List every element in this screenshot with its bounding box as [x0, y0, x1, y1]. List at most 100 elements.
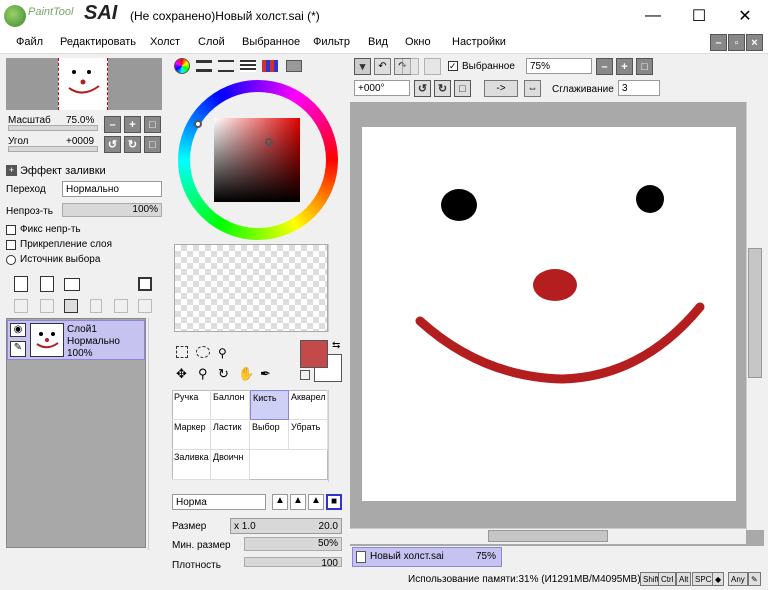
- magic-wand-icon[interactable]: ⚲: [218, 346, 227, 360]
- tool-fill[interactable]: Заливка: [172, 450, 211, 480]
- rotate-right-icon[interactable]: ↻: [124, 136, 141, 153]
- tool-scrollbar[interactable]: [328, 390, 342, 482]
- minimize-button[interactable]: —: [630, 0, 676, 32]
- min-size-slider[interactable]: 50%: [244, 537, 342, 551]
- scratchpad-area[interactable]: [174, 244, 328, 332]
- maximize-button[interactable]: ☐: [676, 0, 722, 32]
- move-icon[interactable]: ✥: [176, 366, 187, 382]
- density-slider[interactable]: 100: [244, 557, 342, 567]
- zoom-in-icon[interactable]: +: [124, 116, 141, 133]
- selection-source-radio[interactable]: [6, 255, 16, 265]
- brush-shape-4-icon[interactable]: ■: [326, 494, 342, 510]
- blend-mode-select[interactable]: Нормально: [62, 181, 162, 197]
- color-wheel-tab-icon[interactable]: [174, 58, 190, 74]
- eye-icon[interactable]: ◉: [10, 323, 26, 337]
- brush-shape-2-icon[interactable]: ▲: [290, 494, 306, 510]
- selection-checkbox[interactable]: ✓: [448, 61, 458, 71]
- rgb-slider-tab-icon[interactable]: [196, 60, 212, 72]
- new-vector-layer-icon[interactable]: [40, 276, 54, 292]
- mask-delete-icon[interactable]: [138, 299, 152, 313]
- close-button[interactable]: ✕: [722, 0, 768, 32]
- menu-view[interactable]: Вид: [368, 36, 388, 48]
- tool-binary[interactable]: Двоичн: [211, 450, 250, 480]
- menu-settings[interactable]: Настройки: [452, 36, 506, 48]
- hue-marker[interactable]: [194, 120, 202, 128]
- zoom-reset-icon[interactable]: □: [144, 116, 161, 133]
- zoom-icon[interactable]: ⚲: [198, 366, 208, 382]
- menu-filter[interactable]: Фильтр: [313, 36, 350, 48]
- canvas-vscroll-thumb[interactable]: [748, 248, 762, 378]
- brush-shape-1-icon[interactable]: ▲: [272, 494, 288, 510]
- new-folder-icon[interactable]: [64, 278, 80, 291]
- zoom-out-icon[interactable]: –: [104, 116, 121, 133]
- hsv-slider-tab-icon[interactable]: [218, 60, 234, 72]
- angle-slider[interactable]: [8, 146, 98, 152]
- clip-layer-checkbox[interactable]: [6, 240, 16, 250]
- swatch-tab-icon[interactable]: [262, 60, 278, 72]
- tool-select[interactable]: Выбор: [250, 420, 289, 450]
- angle-select[interactable]: +000°: [354, 80, 410, 96]
- eyedropper-icon[interactable]: ✒: [260, 366, 271, 382]
- drawing-canvas[interactable]: [362, 127, 736, 501]
- menu-selection[interactable]: Выбранное: [242, 36, 300, 48]
- mirror-icon[interactable]: ⇔: [524, 80, 541, 97]
- opacity-slider[interactable]: 100%: [62, 203, 162, 217]
- default-colors-icon[interactable]: [300, 370, 310, 380]
- deselect-icon[interactable]: [402, 58, 419, 75]
- delete-layer-icon[interactable]: [90, 299, 102, 313]
- mixer-tab-icon[interactable]: [240, 60, 256, 72]
- fix-opacity-checkbox[interactable]: [6, 225, 16, 235]
- invert-selection-icon[interactable]: [424, 58, 441, 75]
- scratchpad-scrollbar[interactable]: [328, 244, 342, 332]
- flip-button[interactable]: ->: [484, 80, 518, 97]
- new-layer-icon[interactable]: [14, 276, 28, 292]
- tool-airbrush[interactable]: Баллон: [211, 390, 250, 420]
- tool-watercolor[interactable]: Акварел: [289, 390, 328, 420]
- canvas-menu-icon[interactable]: ▾: [354, 58, 371, 75]
- canvas-rotate-right-icon[interactable]: ↻: [434, 80, 451, 97]
- rotate-left-icon[interactable]: ↺: [104, 136, 121, 153]
- brush-mode-select[interactable]: Норма: [172, 494, 266, 510]
- rotate-reset-icon[interactable]: □: [144, 136, 161, 153]
- canvas-zoom-fit-icon[interactable]: □: [636, 58, 653, 75]
- menu-file[interactable]: Файл: [16, 36, 43, 48]
- size-slider[interactable]: x 1.0 20.0: [230, 518, 342, 534]
- merge-down-icon[interactable]: [40, 299, 54, 313]
- lasso-icon[interactable]: [196, 346, 210, 358]
- doc-minimize-button[interactable]: –: [710, 34, 727, 51]
- layer-mask-icon[interactable]: [138, 277, 152, 291]
- scratchpad-tab-icon[interactable]: [286, 60, 302, 72]
- tool-pen[interactable]: Ручка: [172, 390, 211, 420]
- doc-restore-button[interactable]: ▫: [728, 34, 745, 51]
- clear-layer-icon[interactable]: [64, 299, 78, 313]
- sv-marker[interactable]: [265, 138, 273, 146]
- expand-icon[interactable]: +: [6, 165, 17, 176]
- doc-close-button[interactable]: ×: [746, 34, 763, 51]
- hand-icon[interactable]: ✋: [238, 366, 254, 382]
- transfer-down-icon[interactable]: [14, 299, 28, 313]
- canvas-zoom-out-icon[interactable]: –: [596, 58, 613, 75]
- tool-eraser[interactable]: Ластик: [211, 420, 250, 450]
- canvas-hscroll-thumb[interactable]: [488, 530, 608, 542]
- zoom-select[interactable]: 75%: [526, 58, 592, 74]
- menu-window[interactable]: Окно: [405, 36, 431, 48]
- swap-colors-icon[interactable]: ⇆: [332, 340, 340, 351]
- canvas-rotate-reset-icon[interactable]: □: [454, 80, 471, 97]
- canvas-rotate-left-icon[interactable]: ↺: [414, 80, 431, 97]
- canvas-zoom-in-icon[interactable]: +: [616, 58, 633, 75]
- undo-icon[interactable]: ↶: [374, 58, 391, 75]
- rotate-icon[interactable]: ↻: [218, 366, 229, 382]
- tool-brush[interactable]: Кисть: [250, 390, 289, 420]
- layer-scrollbar[interactable]: [148, 318, 162, 550]
- menu-canvas[interactable]: Холст: [150, 36, 180, 48]
- scale-slider[interactable]: [8, 125, 98, 131]
- selection-rect-icon[interactable]: [176, 346, 188, 358]
- menu-layer[interactable]: Слой: [198, 36, 225, 48]
- apply-mask-icon[interactable]: [114, 299, 128, 313]
- tool-marker[interactable]: Маркер: [172, 420, 211, 450]
- saturation-value-square[interactable]: [214, 118, 300, 202]
- brush-lock-icon[interactable]: ✎: [10, 341, 26, 357]
- tool-deselect[interactable]: Убрать: [289, 420, 328, 450]
- brush-shape-3-icon[interactable]: ▲: [308, 494, 324, 510]
- smoothing-select[interactable]: 3: [618, 80, 660, 96]
